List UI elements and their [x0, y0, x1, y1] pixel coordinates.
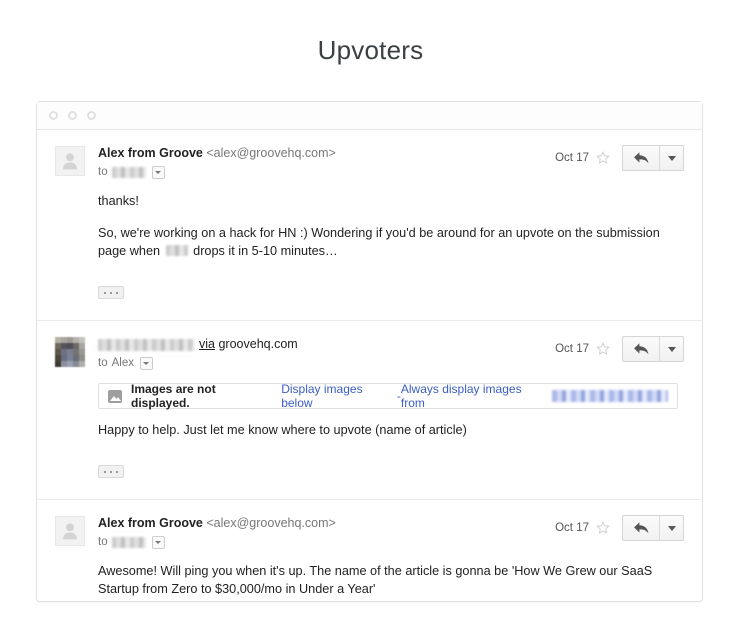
reply-arrow-icon: [633, 343, 648, 355]
message-paragraph: Happy to help. Just let me know where to…: [98, 423, 467, 437]
email-message[interactable]: Alex from Groove <alex@groovehq.com> to …: [37, 499, 702, 614]
window-chrome: [37, 102, 702, 130]
message-date: Oct 17: [555, 343, 589, 355]
display-images-below-link[interactable]: Display images below: [281, 382, 397, 410]
sender-email: <alex@groovehq.com>: [206, 516, 336, 530]
message-date: Oct 17: [555, 152, 589, 164]
message-paragraph: So, we're working on a hack for HN :) Wo…: [98, 224, 684, 260]
redacted-sender-name: [98, 338, 194, 351]
show-trimmed-content-button[interactable]: [98, 286, 124, 299]
redacted-sender-domain: [552, 390, 668, 402]
redacted-recipient: [111, 536, 146, 548]
message-body: Awesome! Will ping you when it's up. The…: [98, 562, 684, 598]
recipient-label: to: [98, 536, 108, 548]
reply-button-group: [622, 515, 684, 541]
sender-name: Alex from Groove: [98, 516, 203, 530]
redacted-recipient: [111, 166, 146, 178]
reply-button-group: [622, 145, 684, 171]
redacted-inline-name: [165, 245, 188, 256]
recipient-details-caret-icon[interactable]: [151, 535, 165, 549]
recipient-details-caret-icon[interactable]: [139, 356, 153, 370]
message-actions: Oct 17: [555, 515, 684, 541]
sender-email: <alex@groovehq.com>: [206, 146, 336, 160]
message-paragraph: Awesome! Will ping you when it's up. The…: [98, 564, 653, 596]
email-message[interactable]: Alex from Groove <alex@groovehq.com> to …: [37, 130, 702, 320]
avatar: [55, 516, 85, 546]
message-date: Oct 17: [555, 522, 589, 534]
more-options-button[interactable]: [660, 516, 683, 540]
avatar: [55, 146, 85, 176]
show-trimmed-content-button[interactable]: [98, 465, 124, 478]
images-not-displayed-bar: Images are not displayed. Display images…: [98, 382, 678, 410]
message-paragraph: thanks!: [98, 194, 139, 208]
message-text-part: drops it in 5-10 minutes…: [189, 244, 338, 258]
star-icon[interactable]: [595, 520, 611, 536]
reply-button-group: [622, 336, 684, 362]
close-dot[interactable]: [49, 111, 58, 120]
recipient-name: Alex: [111, 357, 134, 369]
reply-button[interactable]: [623, 516, 660, 540]
sender-name: Alex from Groove: [98, 146, 203, 160]
person-icon: [63, 153, 77, 170]
person-icon: [63, 523, 77, 540]
email-window: Alex from Groove <alex@groovehq.com> to …: [36, 101, 703, 602]
recipient-label: to: [98, 357, 108, 369]
image-icon: [108, 389, 122, 403]
message-body: Happy to help. Just let me know where to…: [98, 421, 684, 483]
images-warning-text: Images are not displayed.: [131, 382, 216, 410]
page-title: Upvoters: [317, 35, 424, 65]
message-actions: Oct 17: [555, 336, 684, 362]
message-body: thanks! So, we're working on a hack for …: [98, 192, 684, 304]
more-options-button[interactable]: [660, 146, 683, 170]
reply-button[interactable]: [623, 337, 660, 361]
recipient-details-caret-icon[interactable]: [151, 165, 165, 179]
maximize-dot[interactable]: [87, 111, 96, 120]
more-options-button[interactable]: [660, 337, 683, 361]
email-thread: Alex from Groove <alex@groovehq.com> to …: [37, 130, 702, 614]
reply-arrow-icon: [633, 522, 648, 534]
star-icon[interactable]: [595, 341, 611, 357]
via-domain: groovehq.com: [218, 337, 298, 351]
message-actions: Oct 17: [555, 145, 684, 171]
avatar: [55, 337, 85, 367]
email-message[interactable]: via groovehq.com to Alex Oct 17 Images a…: [37, 320, 702, 499]
reply-button[interactable]: [623, 146, 660, 170]
reply-arrow-icon: [633, 152, 648, 164]
recipient-label: to: [98, 166, 108, 178]
minimize-dot[interactable]: [68, 111, 77, 120]
via-word: via: [199, 337, 215, 351]
star-icon[interactable]: [595, 150, 611, 166]
always-display-images-link[interactable]: Always display images from: [401, 382, 549, 410]
